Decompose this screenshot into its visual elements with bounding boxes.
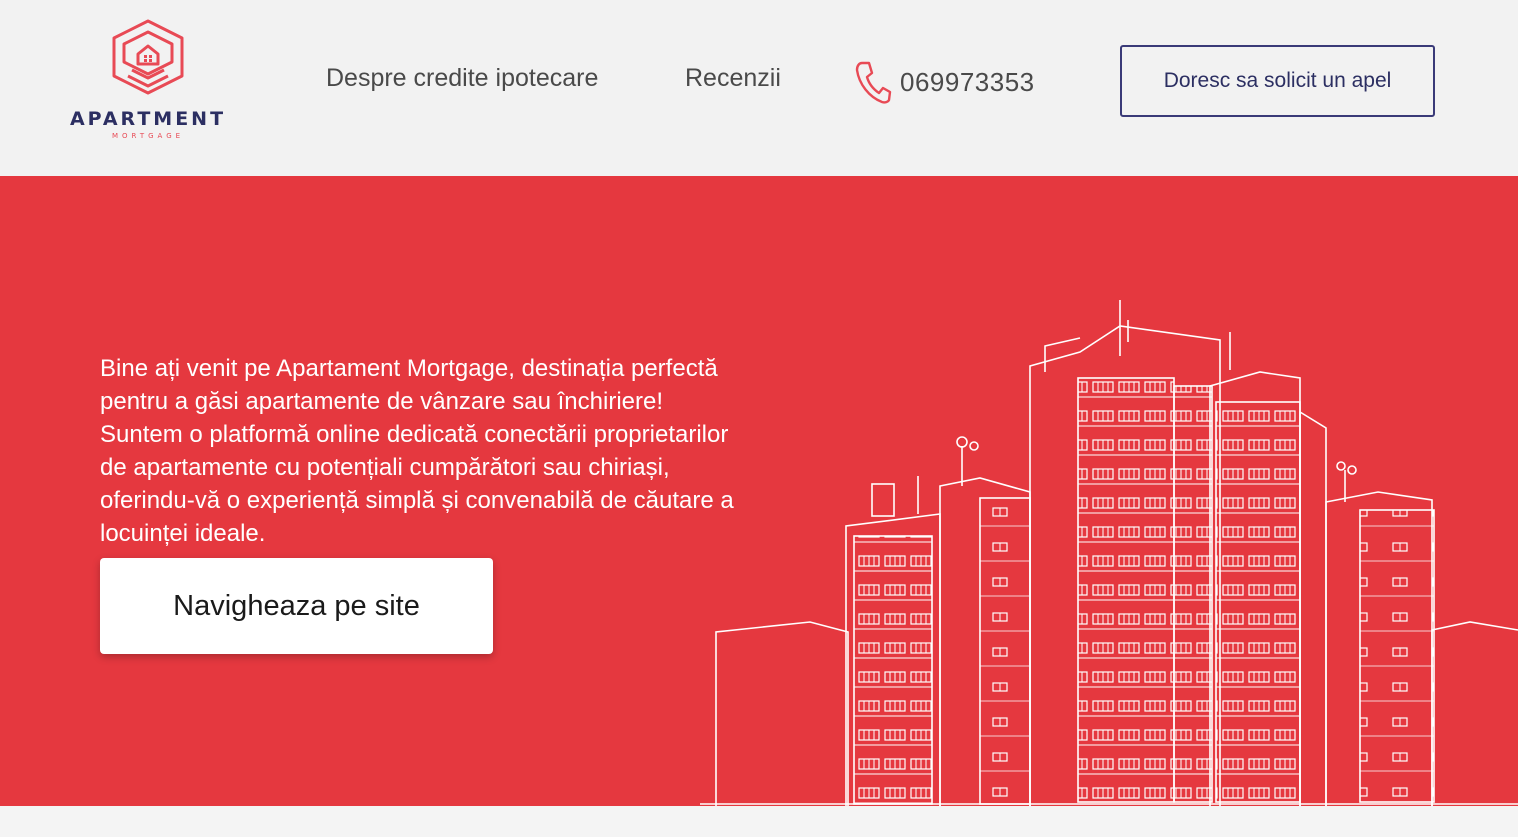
hero-section: Bine ați venit pe Apartament Mortgage, d… — [0, 176, 1518, 806]
hero-intro-text: Bine ați venit pe Apartament Mortgage, d… — [100, 355, 734, 547]
phone-contact[interactable]: 069973353 — [854, 60, 1035, 104]
brand-tagline: MORTGAGE — [111, 132, 185, 140]
browse-site-button[interactable]: Navigheaza pe site — [100, 558, 493, 654]
page-bottom-strip — [0, 806, 1518, 837]
nav-link-mortgage-info[interactable]: Despre credite ipotecare — [326, 64, 598, 93]
city-buildings-illustration — [700, 300, 1518, 806]
brand-name: APARTMENT — [69, 108, 227, 130]
brand-logo[interactable]: APARTMENT MORTGAGE — [64, 14, 234, 146]
phone-number: 069973353 — [900, 66, 1035, 97]
site-header: APARTMENT MORTGAGE Despre credite ipotec… — [0, 0, 1518, 176]
house-hexagon-logo-icon — [112, 19, 184, 95]
phone-icon — [855, 61, 892, 104]
request-call-button[interactable]: Doresc sa solicit un apel — [1120, 45, 1435, 117]
nav-link-reviews[interactable]: Recenzii — [685, 64, 781, 93]
